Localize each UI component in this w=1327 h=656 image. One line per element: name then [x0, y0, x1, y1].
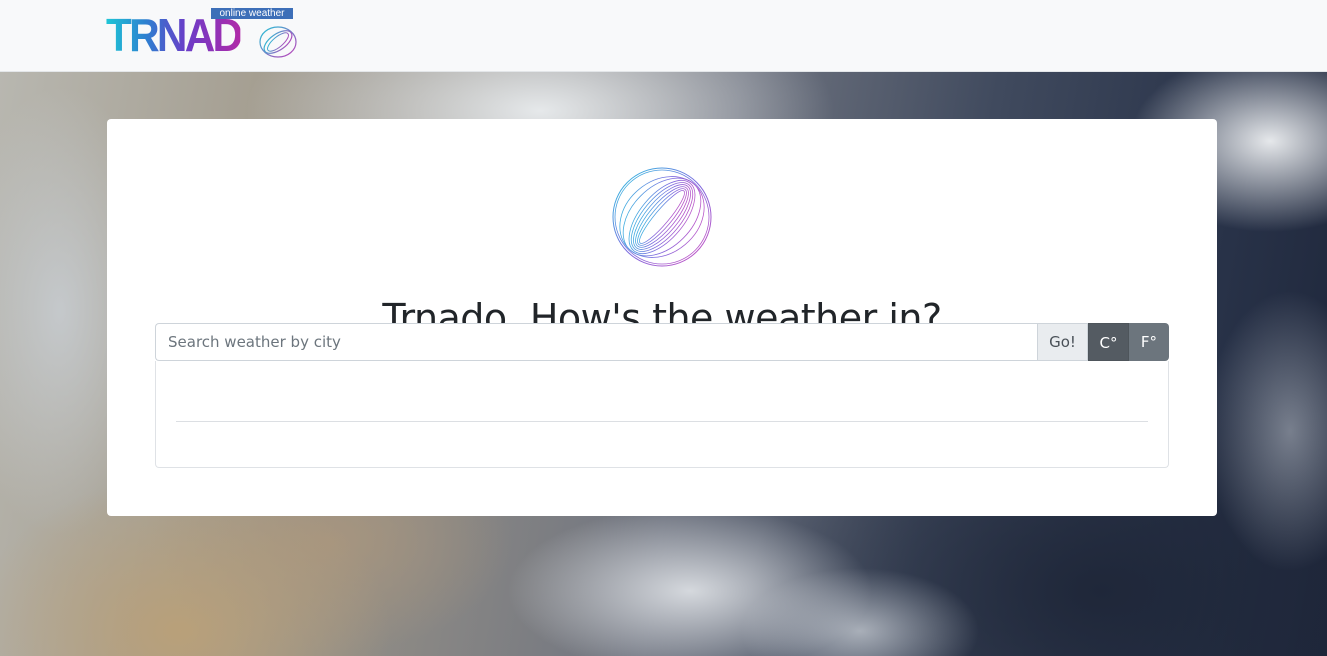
weather-results-panel [155, 361, 1169, 468]
brand-wordmark: TRNAD [106, 9, 243, 61]
go-button[interactable]: Go! [1037, 323, 1088, 361]
weather-search-card: Trnado, How's the weather in? Go! C° F° [107, 119, 1217, 516]
brand-logo[interactable]: online weather TRNAD [106, 6, 298, 62]
trnado-ring-logo-icon [612, 167, 712, 267]
fahrenheit-toggle-button[interactable]: F° [1129, 323, 1169, 361]
city-search-input[interactable] [155, 323, 1038, 361]
brand-ring-icon [259, 26, 297, 58]
top-navbar: online weather TRNAD [0, 0, 1327, 72]
search-bar: Go! C° F° [155, 323, 1169, 361]
celsius-toggle-button[interactable]: C° [1088, 323, 1129, 361]
results-divider [176, 421, 1148, 422]
